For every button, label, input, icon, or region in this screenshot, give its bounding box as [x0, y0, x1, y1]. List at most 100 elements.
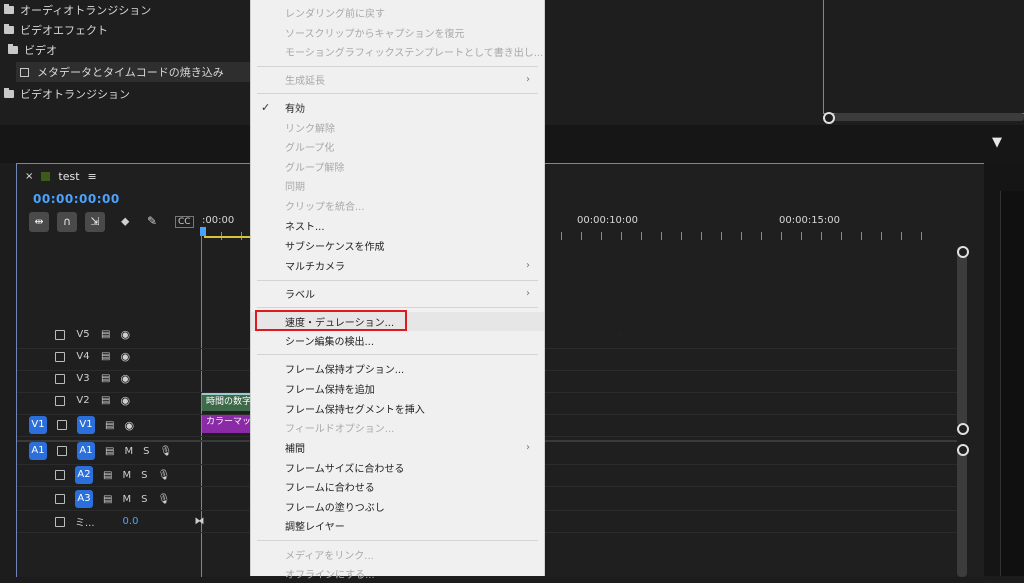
eye-icon[interactable]: ◉	[120, 394, 130, 407]
track-label[interactable]: V2	[75, 395, 91, 406]
menu-item-multicamera[interactable]: マルチカメラ ›	[251, 256, 544, 275]
eye-icon[interactable]: ◉	[120, 372, 130, 385]
lock-icon[interactable]	[57, 420, 67, 430]
video-scroll-handle-top[interactable]	[957, 246, 969, 258]
microphone-icon[interactable]: 🎙	[157, 470, 170, 481]
filter-icon[interactable]: ▼	[992, 135, 1002, 150]
solo-button[interactable]: S	[141, 494, 147, 505]
lock-icon[interactable]	[55, 470, 65, 480]
sequence-tab[interactable]: × test ≡	[25, 170, 97, 183]
menu-item-set-to-frame-size[interactable]: フレームに合わせる	[251, 477, 544, 496]
sync-lock-icon[interactable]: ▤	[101, 373, 110, 384]
clip-v2[interactable]: 時間の数字	[202, 393, 250, 411]
menu-item-synchronize[interactable]: 同期	[251, 176, 544, 195]
mute-button[interactable]: M	[124, 446, 133, 457]
menu-item-add-frame-hold[interactable]: フレーム保持を追加	[251, 379, 544, 398]
menu-item-merge-clips[interactable]: クリップを統合...	[251, 196, 544, 215]
lock-icon[interactable]	[55, 351, 65, 362]
clip-v1[interactable]: カラーマット	[202, 415, 250, 433]
track-label[interactable]: A3	[75, 490, 93, 508]
microphone-icon[interactable]: 🎙	[159, 446, 172, 457]
close-icon[interactable]: ×	[25, 171, 33, 182]
effects-folder-video-effects[interactable]: ビデオエフェクト	[4, 20, 108, 40]
lock-icon[interactable]	[55, 373, 65, 384]
video-track-scrollbar[interactable]	[957, 246, 967, 426]
track-label[interactable]: ミ...	[75, 514, 95, 529]
eye-icon[interactable]: ◉	[120, 328, 130, 341]
track-label[interactable]: A1	[77, 442, 95, 460]
menu-item-make-offline[interactable]: オフラインにする...	[251, 564, 544, 583]
right-panel	[984, 163, 1024, 576]
lock-icon[interactable]	[55, 516, 65, 527]
menu-item-fill-frame[interactable]: フレームの塗りつぶし	[251, 497, 544, 516]
track-label[interactable]: V1	[77, 416, 95, 434]
menu-item-link-media[interactable]: メディアをリンク...	[251, 545, 544, 564]
menu-item-scale-to-frame-size[interactable]: フレームサイズに合わせる	[251, 458, 544, 477]
lock-icon[interactable]	[55, 395, 65, 406]
sync-lock-icon[interactable]: ▤	[103, 494, 112, 505]
menu-item-generative-extend[interactable]: 生成延長 ›	[251, 70, 544, 89]
track-header-a3: A3 ▤ M S 🎙	[55, 490, 170, 508]
lock-icon[interactable]	[55, 329, 65, 340]
menu-item-time-interpolation[interactable]: 補間 ›	[251, 438, 544, 457]
track-label[interactable]: A2	[75, 466, 93, 484]
menu-item-field-options[interactable]: フィールドオプション...	[251, 418, 544, 437]
snap-icon[interactable]: ∩	[57, 212, 77, 232]
menu-item-ungroup[interactable]: グループ解除	[251, 157, 544, 176]
effects-folder-audio-transitions[interactable]: オーディオトランジション	[4, 0, 151, 20]
menu-item-restore-captions[interactable]: ソースクリップからキャプションを復元	[251, 23, 544, 42]
lock-icon[interactable]	[57, 446, 67, 456]
monitor-scroll-handle[interactable]	[823, 112, 835, 124]
audio-track-scrollbar[interactable]	[957, 448, 967, 577]
video-scroll-handle-bottom[interactable]	[957, 423, 969, 435]
menu-icon[interactable]: ≡	[88, 170, 97, 183]
eye-icon[interactable]: ◉	[120, 350, 130, 363]
menu-item-enabled[interactable]: ✓ 有効	[251, 98, 544, 117]
menu-item-adjustment-layer[interactable]: 調整レイヤー	[251, 516, 544, 535]
effects-folder-video-transitions[interactable]: ビデオトランジション	[4, 84, 130, 104]
menu-item-nest[interactable]: ネスト...	[251, 216, 544, 235]
marker-icon[interactable]: ⬥	[121, 214, 129, 229]
effects-item-timecode-burnin[interactable]: メタデータとタイムコードの焼き込み	[16, 62, 254, 82]
menu-item-group[interactable]: グループ化	[251, 137, 544, 156]
eye-icon[interactable]: ◉	[124, 419, 134, 432]
effects-folder-video[interactable]: ビデオ	[8, 40, 57, 60]
solo-button[interactable]: S	[141, 470, 147, 481]
sync-lock-icon[interactable]: ▤	[103, 470, 112, 481]
sync-lock-icon[interactable]: ▤	[105, 446, 114, 457]
track-label[interactable]: V4	[75, 351, 91, 362]
menu-item-export-mogrt[interactable]: モーショングラフィックステンプレートとして書き出し...	[251, 42, 544, 61]
linked-selection-icon[interactable]: ⇲	[85, 212, 105, 232]
folder-icon	[8, 44, 18, 54]
lock-icon[interactable]	[55, 494, 65, 504]
wrench-icon[interactable]: ✎	[147, 214, 157, 228]
monitor-zoom-scrollbar[interactable]	[833, 113, 1024, 121]
sync-lock-icon[interactable]: ▤	[105, 420, 114, 431]
mix-jump-icon[interactable]: ⧓	[194, 516, 204, 527]
insert-nest-icon[interactable]: ⇹	[29, 212, 49, 232]
menu-item-insert-frame-hold-segment[interactable]: フレーム保持セグメントを挿入	[251, 399, 544, 418]
captions-icon[interactable]: CC	[175, 216, 194, 228]
menu-item-make-subsequence[interactable]: サブシーケンスを作成	[251, 236, 544, 255]
mute-button[interactable]: M	[122, 494, 131, 505]
menu-item-revert-render[interactable]: レンダリング前に戻す	[251, 3, 544, 22]
microphone-icon[interactable]: 🎙	[157, 494, 170, 505]
source-patch-a1[interactable]: A1	[29, 442, 47, 460]
sync-lock-icon[interactable]: ▤	[101, 395, 110, 406]
menu-item-label: フレームサイズに合わせる	[285, 464, 405, 475]
sync-lock-icon[interactable]: ▤	[101, 351, 110, 362]
mute-button[interactable]: M	[122, 470, 131, 481]
solo-button[interactable]: S	[143, 446, 149, 457]
menu-item-scene-edit-detection[interactable]: シーン編集の検出...	[251, 331, 544, 350]
playhead-timecode[interactable]: 00:00:00:00	[33, 192, 120, 206]
track-label[interactable]: V5	[75, 329, 91, 340]
mix-volume-value[interactable]: 0.0	[123, 516, 139, 527]
menu-item-label-color[interactable]: ラベル ›	[251, 284, 544, 303]
sync-lock-icon[interactable]: ▤	[101, 329, 110, 340]
menu-item-frame-hold-options[interactable]: フレーム保持オプション...	[251, 359, 544, 378]
source-patch-v1[interactable]: V1	[29, 416, 47, 434]
track-label[interactable]: V3	[75, 373, 91, 384]
menu-item-unlink[interactable]: リンク解除	[251, 118, 544, 137]
audio-scroll-handle-top[interactable]	[957, 444, 969, 456]
menu-item-label: フレームの塗りつぶし	[285, 503, 385, 514]
